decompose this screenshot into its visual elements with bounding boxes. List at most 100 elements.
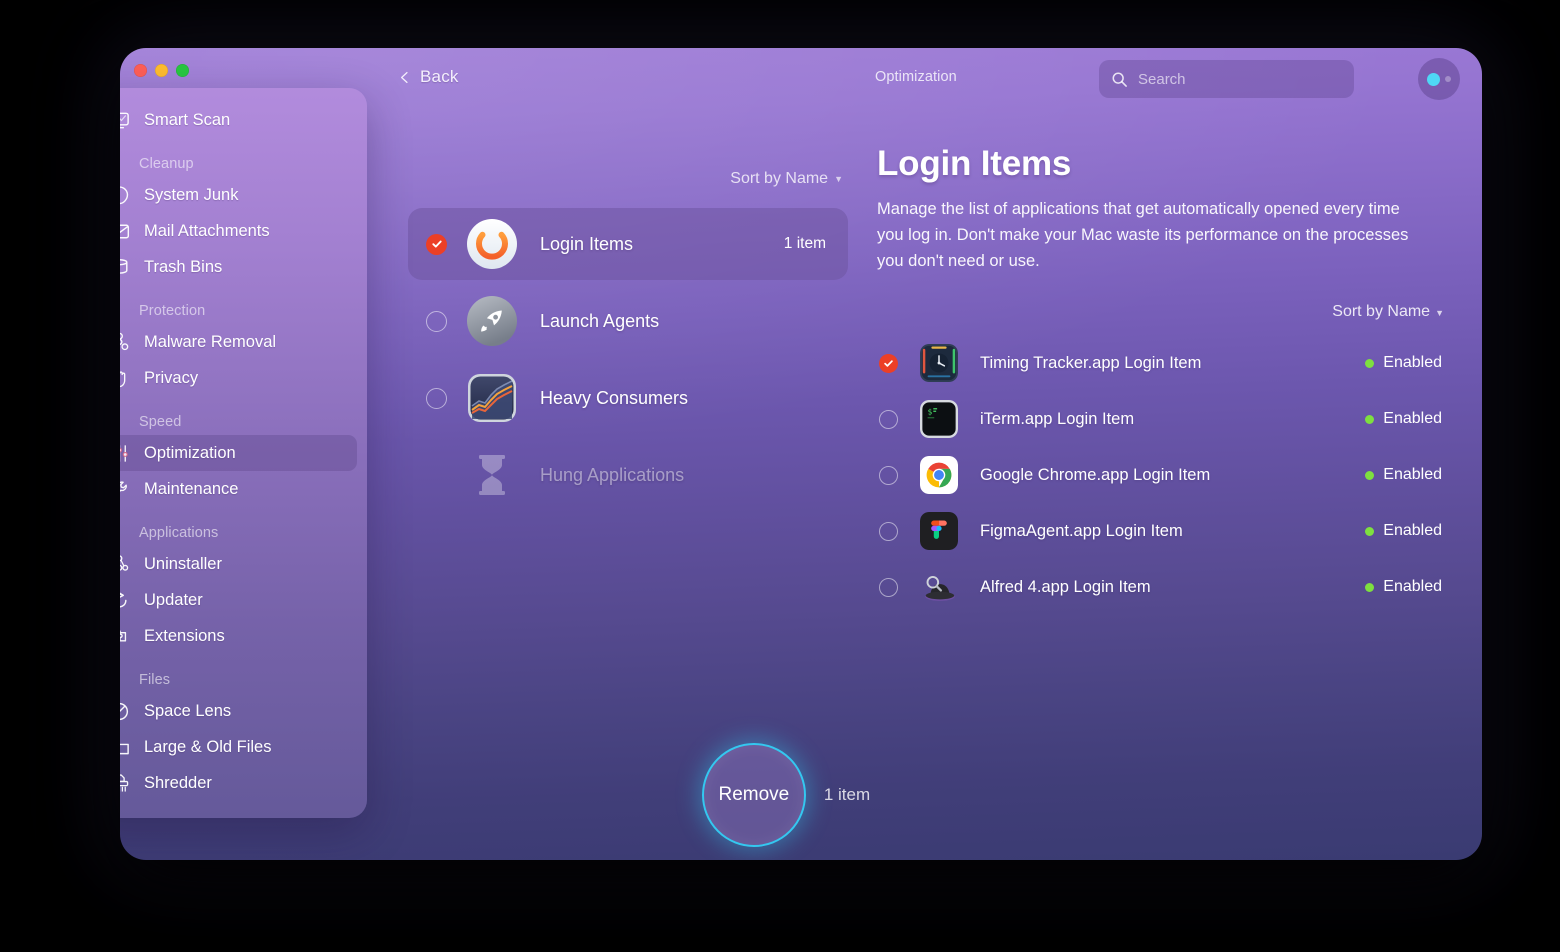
status-label: Enabled <box>1383 578 1442 595</box>
monitor-scan-icon <box>120 112 129 128</box>
sidebar-item-system-junk[interactable]: System Junk <box>120 177 357 213</box>
category-row-login-items[interactable]: Login Items 1 item <box>408 208 848 280</box>
hand-icon <box>120 370 126 387</box>
sidebar-item-maintenance[interactable]: Maintenance <box>120 471 357 507</box>
account-secondary-dot-icon <box>1445 76 1451 82</box>
sidebar-item-mail-attachments[interactable]: Mail Attachments <box>120 213 357 249</box>
login-item-row[interactable]: FigmaAgent.app Login Item Enabled <box>877 503 1460 559</box>
hourglass-icon <box>479 455 505 495</box>
figma-app-icon <box>920 512 958 550</box>
detail-sort-dropdown[interactable]: Sort by Name ▼ <box>877 303 1460 321</box>
sidebar-item-malware-removal[interactable]: Malware Removal <box>120 324 357 360</box>
login-item-name: Alfred 4.app Login Item <box>980 577 1151 596</box>
wrench-icon <box>120 480 127 492</box>
sidebar-item-label: Uninstaller <box>144 554 222 573</box>
remove-selection-count: 1 item <box>823 785 871 804</box>
login-items-list: Timing Tracker.app Login Item Enabled $ <box>877 335 1460 615</box>
category-row-launch-agents[interactable]: Launch Agents <box>408 285 848 357</box>
login-item-checkbox[interactable] <box>879 409 898 429</box>
sidebar-item-space-lens[interactable]: Space Lens <box>120 693 357 729</box>
sidebar-item-uninstaller[interactable]: Uninstaller <box>120 546 357 582</box>
login-item-checkbox[interactable] <box>879 577 898 597</box>
back-button[interactable]: Back <box>390 62 467 92</box>
login-item-checkbox[interactable] <box>879 521 898 541</box>
category-row-heavy-consumers[interactable]: Heavy Consumers <box>408 362 848 434</box>
search-input[interactable] <box>1138 70 1342 88</box>
sidebar-item-label: Mail Attachments <box>144 221 270 240</box>
category-name: Hung Applications <box>540 464 685 485</box>
login-item-name: iTerm.app Login Item <box>980 409 1135 428</box>
timing-tracker-app-icon <box>920 344 958 382</box>
category-checkbox[interactable] <box>426 387 447 409</box>
space-lens-icon <box>120 702 129 720</box>
category-checkbox[interactable] <box>426 310 447 332</box>
sidebar-item-updater[interactable]: Updater <box>120 582 357 618</box>
sidebar-group-label-files: Files <box>139 672 171 688</box>
chevron-down-icon: ▼ <box>834 173 843 184</box>
bottom-action-bar: Remove 1 item <box>120 730 1482 860</box>
sidebar-item-label: Privacy <box>144 368 199 387</box>
category-list: Login Items 1 item Launch Agents Heavy C… <box>398 208 858 516</box>
login-item-row[interactable]: Google Chrome.app Login Item Enabled <box>877 447 1460 503</box>
status-dot-icon <box>1365 526 1375 536</box>
middle-sort-dropdown[interactable]: Sort by Name ▼ <box>730 170 843 188</box>
chevron-left-icon <box>401 71 408 83</box>
activity-monitor-icon <box>468 374 516 422</box>
page-description: Manage the list of applications that get… <box>877 200 1409 270</box>
status-label: Enabled <box>1383 466 1442 483</box>
maximize-window-button[interactable] <box>176 64 189 77</box>
sidebar-item-label: Smart Scan <box>144 110 231 129</box>
rocket-icon <box>467 296 517 346</box>
updater-icon <box>120 592 127 607</box>
back-button-label: Back <box>420 67 459 86</box>
close-window-button[interactable] <box>134 64 147 77</box>
sidebar-item-extensions[interactable]: Extensions <box>120 618 357 654</box>
biohazard-icon <box>120 332 129 350</box>
category-name: Launch Agents <box>540 310 660 331</box>
sidebar: Smart Scan Cleanup System Junk Mail Atta… <box>120 88 367 818</box>
mail-icon <box>120 224 130 238</box>
account-active-dot-icon <box>1427 72 1440 86</box>
status-label: Enabled <box>1383 354 1442 371</box>
search-field[interactable] <box>1099 60 1354 98</box>
iterm-app-icon: $ <box>920 400 958 438</box>
login-item-checkbox[interactable] <box>879 353 898 373</box>
status-dot-icon <box>1365 414 1375 424</box>
chevron-down-icon: ▼ <box>1435 308 1444 318</box>
login-item-row[interactable]: Alfred 4.app Login Item Enabled <box>877 559 1460 615</box>
remove-button[interactable]: Remove <box>701 743 806 847</box>
sidebar-item-label: Maintenance <box>144 479 239 498</box>
middle-sort-label: Sort by Name <box>730 170 829 187</box>
sidebar-item-trash-bins[interactable]: Trash Bins <box>120 249 357 285</box>
svg-text:$: $ <box>928 407 933 416</box>
login-item-row[interactable]: Timing Tracker.app Login Item Enabled <box>877 335 1460 391</box>
login-item-checkbox[interactable] <box>879 465 898 485</box>
detail-sort-label: Sort by Name <box>1332 303 1431 320</box>
account-button[interactable] <box>1418 58 1460 100</box>
category-count: 1 item <box>783 235 826 252</box>
google-chrome-app-icon <box>920 456 958 494</box>
sidebar-group-label-protection: Protection <box>139 303 206 319</box>
minimize-window-button[interactable] <box>155 64 168 77</box>
sidebar-item-label: System Junk <box>144 185 239 204</box>
sidebar-item-optimization[interactable]: Optimization <box>120 435 357 471</box>
sidebar-item-label: Updater <box>144 590 203 609</box>
sidebar-item-privacy[interactable]: Privacy <box>120 360 357 396</box>
sliders-icon <box>120 444 128 462</box>
login-item-row[interactable]: $ iTerm.app Login Item Enabled <box>877 391 1460 447</box>
sidebar-group-label-speed: Speed <box>139 414 182 430</box>
login-item-status: Enabled <box>1365 466 1442 484</box>
sidebar-group-label-applications: Applications <box>139 525 219 541</box>
section-label: Optimization <box>875 69 957 85</box>
traffic-light-controls <box>134 64 189 77</box>
sidebar-item-smart-scan[interactable]: Smart Scan <box>120 102 357 138</box>
status-label: Enabled <box>1383 522 1442 539</box>
login-item-name: FigmaAgent.app Login Item <box>980 521 1183 540</box>
login-item-status: Enabled <box>1365 522 1442 540</box>
page-title: Login Items <box>877 144 1072 183</box>
category-checkbox[interactable] <box>426 233 447 255</box>
alfred-app-icon <box>925 575 955 601</box>
status-dot-icon <box>1365 582 1375 592</box>
sidebar-item-label: Optimization <box>144 443 236 462</box>
app-window: Back Optimization Search Smart Scan Clea… <box>120 48 1482 860</box>
